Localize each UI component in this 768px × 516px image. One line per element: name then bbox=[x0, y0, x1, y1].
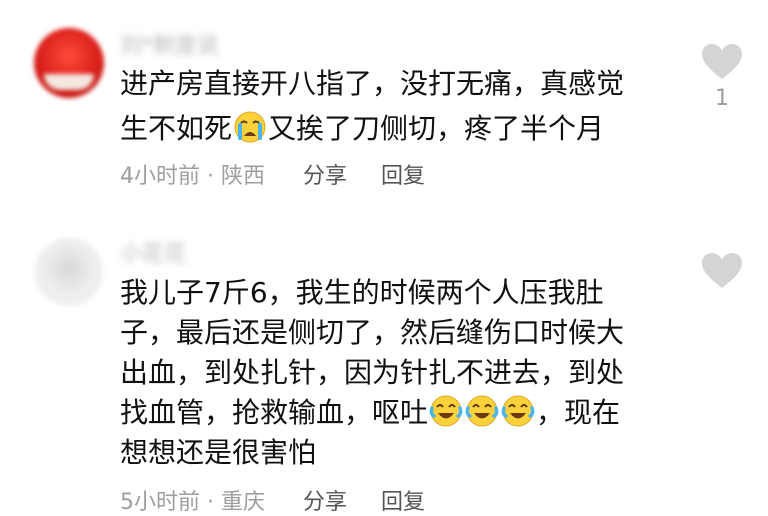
comment-text-line: 进产房直接开八指了，没打无痛，真感觉 bbox=[120, 67, 625, 100]
comment-text-segment: ，现在 bbox=[536, 396, 621, 429]
share-button[interactable]: 分享 bbox=[303, 158, 347, 190]
comment-text-line: 想想还是很害怕 bbox=[120, 436, 317, 469]
comment-text-line: 子，最后还是侧切了，然后缝伤口时候大 bbox=[120, 316, 625, 349]
heart-icon[interactable] bbox=[701, 252, 743, 290]
time-location: 5小时前 · 重庆 bbox=[120, 490, 265, 515]
reply-button[interactable]: 回复 bbox=[381, 158, 425, 190]
tears-of-joy-icon bbox=[465, 395, 499, 427]
heart-icon[interactable] bbox=[701, 43, 743, 81]
comment-meta: 4小时前 · 陕西 分享 回复 bbox=[120, 158, 425, 190]
tears-of-joy-icon bbox=[429, 395, 463, 427]
reply-button[interactable]: 回复 bbox=[381, 484, 425, 516]
tears-of-joy-icon bbox=[501, 395, 535, 427]
comment-text-line: 生不如死 又挨了刀侧切，疼了半个月 bbox=[120, 106, 604, 151]
crying-face-icon bbox=[234, 111, 266, 143]
like-count: 1 bbox=[715, 86, 729, 111]
username[interactable]: 小花花 bbox=[120, 236, 186, 268]
comment-text-segment: 找血管，抢救输血，呕吐 bbox=[120, 396, 429, 429]
avatar[interactable] bbox=[34, 28, 104, 98]
time-location: 4小时前 · 陕西 bbox=[120, 164, 265, 189]
comment-text-segment: 又挨了刀侧切，疼了半个月 bbox=[268, 112, 605, 145]
comment-text-line: 出血，到处扎针，因为针扎不进去，到处 bbox=[120, 356, 625, 389]
avatar[interactable] bbox=[35, 238, 103, 306]
username[interactable]: 刘*默度说 bbox=[120, 28, 219, 60]
share-button[interactable]: 分享 bbox=[303, 484, 347, 516]
comment-meta: 5小时前 · 重庆 分享 回复 bbox=[120, 484, 425, 516]
comment-text-line: 找血管，抢救输血，呕吐 ，现在 bbox=[120, 390, 620, 435]
comment-text-line: 我儿子7斤6，我生的时候两个人压我肚 bbox=[120, 276, 604, 309]
comment-text-segment: 生不如死 bbox=[120, 112, 233, 145]
